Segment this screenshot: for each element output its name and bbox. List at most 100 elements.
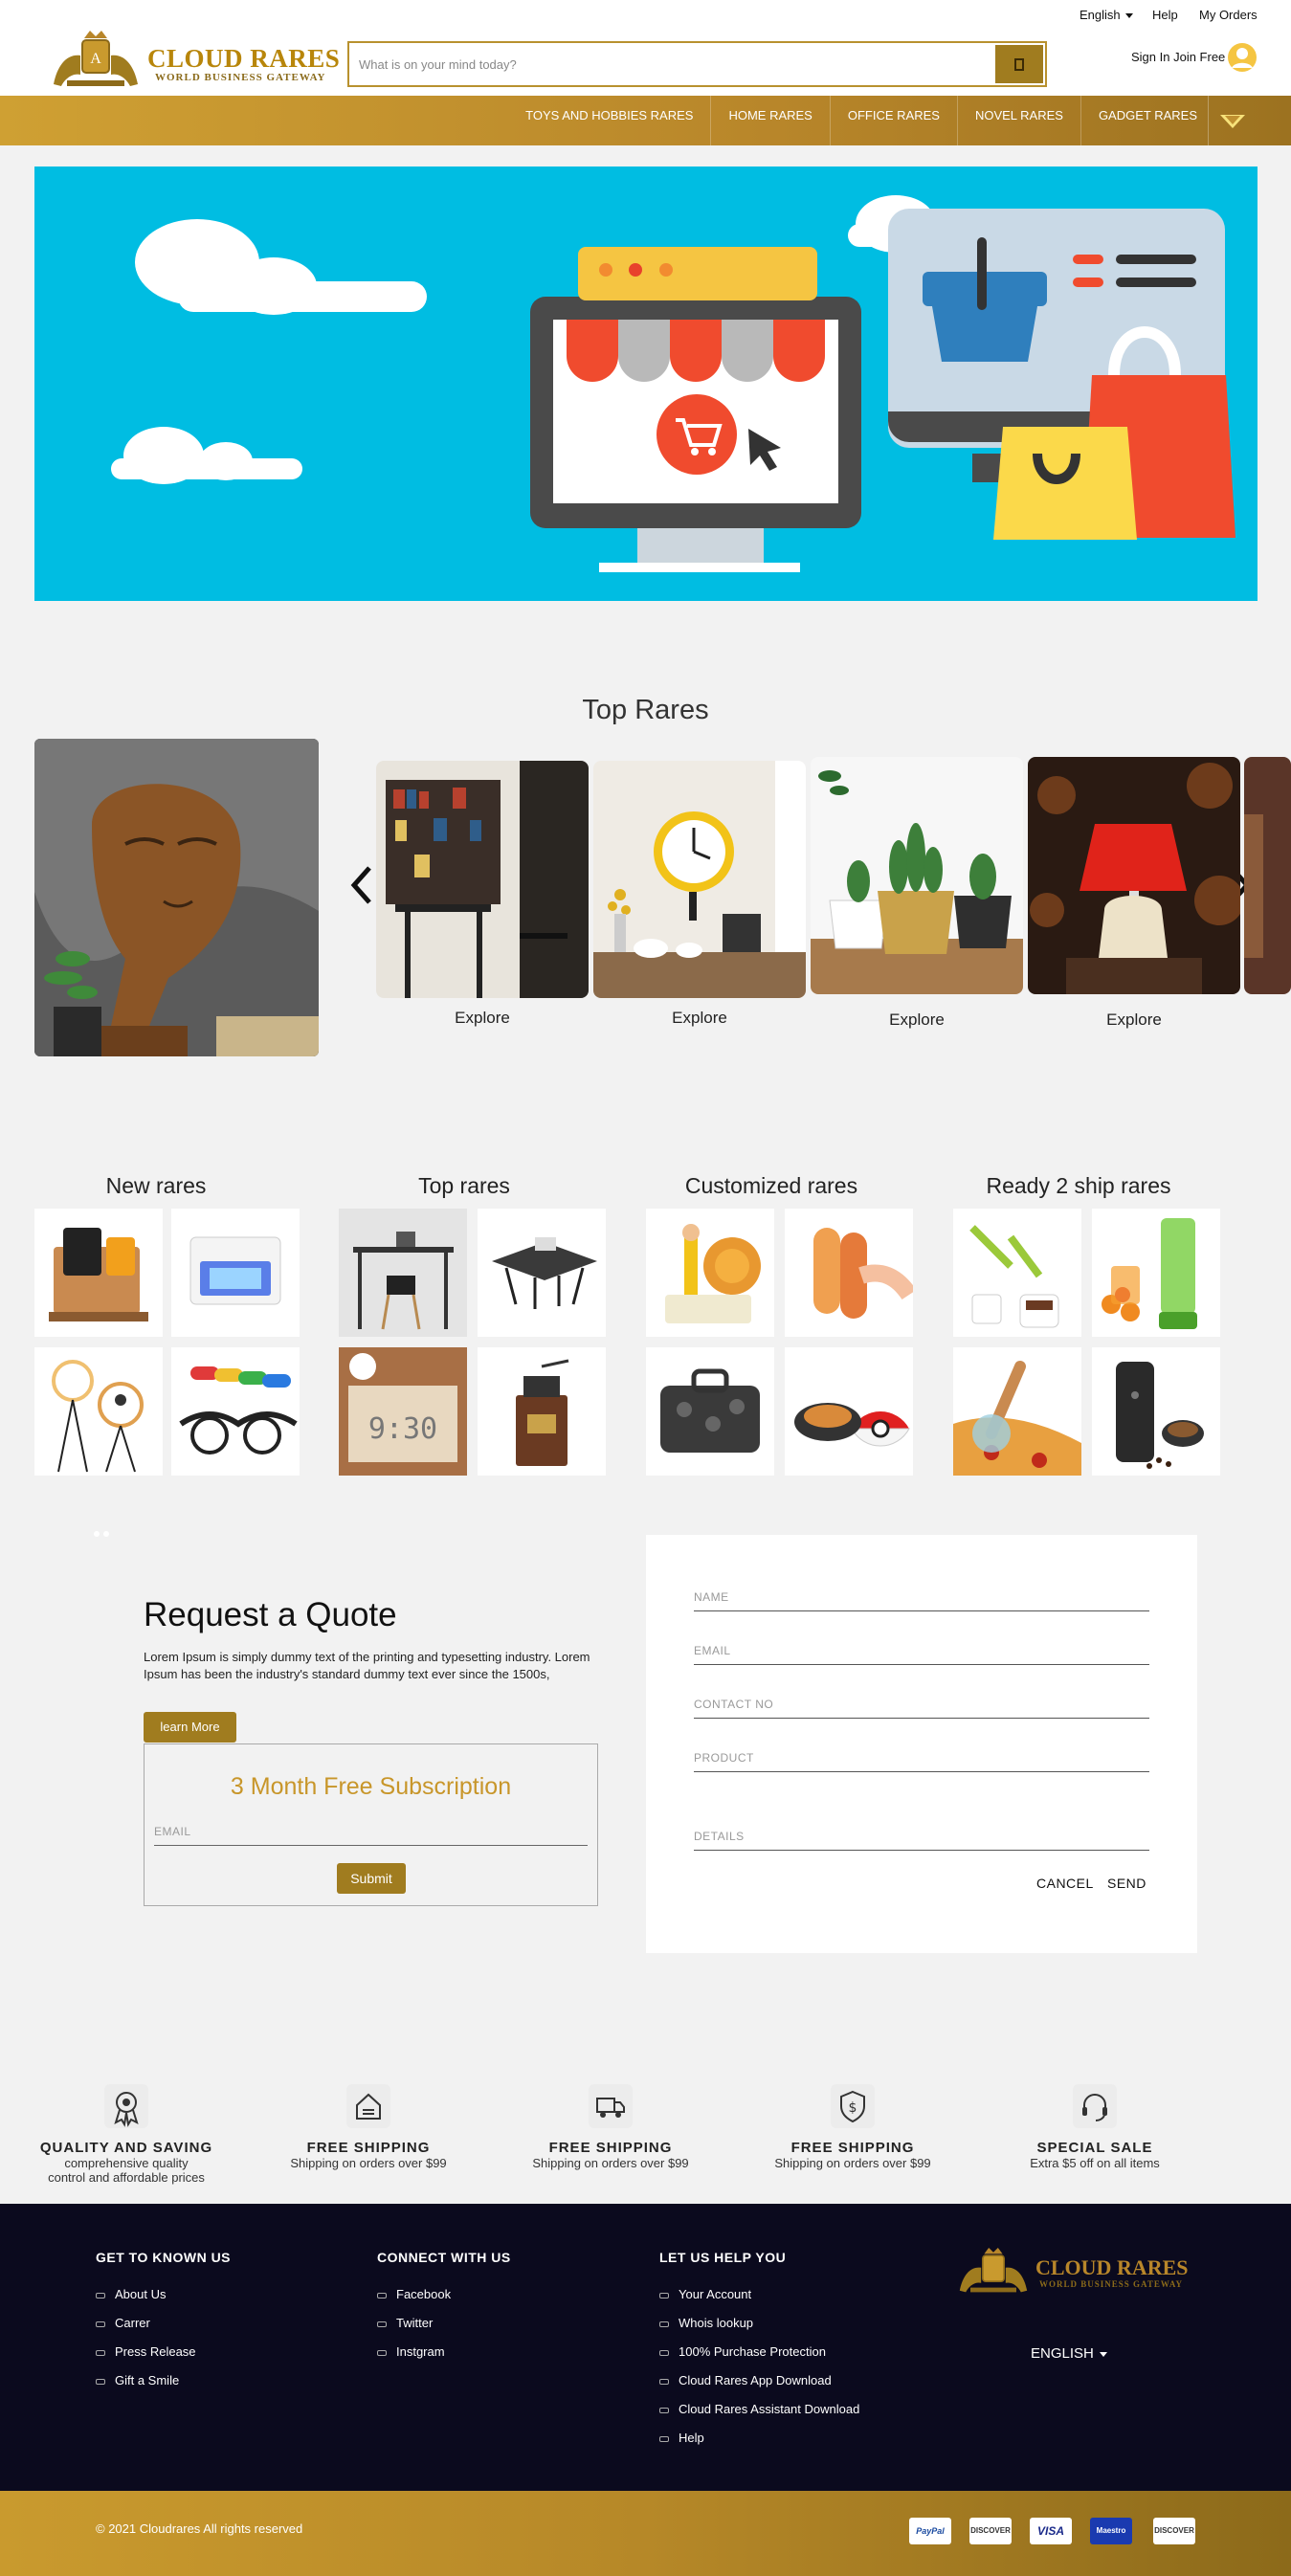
caret-down-icon <box>1124 13 1133 19</box>
footer-link-help[interactable]: Help <box>659 2431 704 2445</box>
caret-down-icon <box>1099 2351 1107 2357</box>
nav-home[interactable]: HOME RARES <box>710 96 829 145</box>
send-button[interactable]: SEND <box>1107 1876 1146 1891</box>
cancel-button[interactable]: CANCEL <box>1036 1876 1094 1891</box>
link-bullet-icon <box>659 2349 669 2356</box>
email-field[interactable] <box>694 1636 1149 1665</box>
footer-link-protection[interactable]: 100% Purchase Protection <box>659 2344 826 2359</box>
footer-link-facebook[interactable]: Facebook <box>377 2287 451 2301</box>
name-field[interactable] <box>694 1583 1149 1611</box>
footer-link-instagram[interactable]: Instgram <box>377 2344 445 2359</box>
headset-icon <box>1073 2084 1117 2128</box>
customized-rare-item[interactable] <box>785 1209 913 1337</box>
nav-novel[interactable]: NOVEL RARES <box>956 96 1080 145</box>
new-rare-item[interactable] <box>171 1209 300 1337</box>
customized-rare-item[interactable] <box>646 1347 774 1476</box>
ready-rare-item[interactable] <box>953 1209 1081 1337</box>
footer-link-gift[interactable]: Gift a Smile <box>96 2373 179 2387</box>
customized-rare-item[interactable] <box>785 1347 913 1476</box>
top-rare-tile[interactable] <box>811 757 1023 994</box>
footer-link-whois[interactable]: Whois lookup <box>659 2316 753 2330</box>
feature-subtitle: Shipping on orders over $99 <box>532 2156 689 2170</box>
search-input[interactable] <box>359 53 991 76</box>
footer-link-about[interactable]: About Us <box>96 2287 166 2301</box>
details-field[interactable] <box>694 1822 1149 1851</box>
link-bullet-icon <box>96 2378 105 2385</box>
svg-text:9:30: 9:30 <box>368 1412 437 1446</box>
top-rare-tile[interactable] <box>1028 757 1240 994</box>
quote-form: CANCEL SEND <box>646 1535 1197 1953</box>
top-rare-tile[interactable] <box>376 761 589 998</box>
truck-icon <box>589 2084 633 2128</box>
submit-button[interactable]: Submit <box>337 1863 406 1894</box>
top-rare-tile[interactable] <box>593 761 806 998</box>
brand-name: CLOUD RARES <box>147 44 341 73</box>
top-rare-item[interactable] <box>478 1347 606 1476</box>
ready-rare-item[interactable] <box>953 1347 1081 1476</box>
learn-more-button[interactable]: learn More <box>144 1712 236 1743</box>
footer-link-press[interactable]: Press Release <box>96 2344 196 2359</box>
feature-subtitle: comprehensive quality <box>64 2156 189 2170</box>
explore-link[interactable]: Explore <box>811 1010 1023 1030</box>
brand-logo[interactable]: A CLOUD RARES WORLD BUSINESS GATEWAY <box>48 27 340 94</box>
visa-icon: VISA <box>1030 2518 1072 2544</box>
new-rare-item[interactable] <box>171 1347 300 1476</box>
featured-rare-image[interactable] <box>34 739 319 1056</box>
nav-office[interactable]: OFFICE RARES <box>829 96 957 145</box>
contact-field[interactable] <box>694 1690 1149 1719</box>
category-title-ready2ship: Ready 2 ship rares <box>986 1173 1171 1198</box>
explore-link[interactable]: Explore <box>593 1009 806 1028</box>
footer-link-career[interactable]: Carrer <box>96 2316 150 2330</box>
product-field[interactable] <box>694 1743 1149 1772</box>
footer-link-app[interactable]: Cloud Rares App Download <box>659 2373 832 2387</box>
top-header: English Help My Orders A CLOUD RARES WOR… <box>0 0 1291 96</box>
nav-toys-hobbies[interactable]: TOYS AND HOBBIES RARES <box>508 96 710 145</box>
shopping-illustration <box>111 195 1235 572</box>
link-bullet-icon <box>659 2321 669 2327</box>
ready-rare-item[interactable] <box>1092 1347 1220 1476</box>
svg-text:A: A <box>90 51 101 67</box>
svg-text:$: $ <box>849 2100 857 2116</box>
new-rare-item[interactable] <box>34 1209 163 1337</box>
explore-link[interactable]: Explore <box>1028 1010 1240 1030</box>
footer-col-title: LET US HELP YOU <box>659 2250 787 2265</box>
top-rare-tile-partial[interactable] <box>1244 757 1291 994</box>
top-rares-title: Top Rares <box>582 695 709 725</box>
signin-link[interactable]: Sign In Join Free <box>1131 50 1225 64</box>
nav-gadget[interactable]: GADGET RARES <box>1080 96 1214 145</box>
footer-language-selector[interactable]: ENGLISH <box>1031 2345 1107 2362</box>
feature-quality: QUALITY AND SAVING comprehensive quality… <box>7 2084 246 2185</box>
footer-link-assistant[interactable]: Cloud Rares Assistant Download <box>659 2402 859 2416</box>
help-link[interactable]: Help <box>1152 8 1178 22</box>
crest-icon: A <box>54 31 138 86</box>
category-title-top: Top rares <box>418 1173 510 1198</box>
language-selector[interactable]: English <box>1080 8 1133 22</box>
award-icon <box>104 2084 148 2128</box>
my-orders-link[interactable]: My Orders <box>1199 8 1258 22</box>
nav-more-dropdown[interactable] <box>1208 96 1256 145</box>
carousel-prev-icon[interactable] <box>350 866 373 904</box>
feature-subtitle: Shipping on orders over $99 <box>290 2156 447 2170</box>
footer-logo[interactable]: CLOUD RARES WORLD BUSINESS GATEWAY <box>955 2244 1189 2301</box>
crest-icon <box>959 2248 1028 2293</box>
footer-brand-name: CLOUD RARES <box>1035 2255 1189 2279</box>
search-button[interactable] <box>995 45 1043 83</box>
footer-link-account[interactable]: Your Account <box>659 2287 751 2301</box>
top-rare-item[interactable] <box>339 1209 467 1337</box>
feature-shipping: FREE SHIPPING Shipping on orders over $9… <box>491 2084 730 2170</box>
footer-link-twitter[interactable]: Twitter <box>377 2316 433 2330</box>
top-rare-item[interactable]: 9:30 <box>339 1347 467 1476</box>
feature-title: SPECIAL SALE <box>1036 2140 1153 2156</box>
explore-link[interactable]: Explore <box>376 1009 589 1028</box>
customized-rare-item[interactable] <box>646 1209 774 1337</box>
ready-rare-item[interactable] <box>1092 1209 1220 1337</box>
subscription-email-input[interactable] <box>154 1817 588 1846</box>
link-bullet-icon <box>659 2407 669 2413</box>
paypal-icon: PayPal <box>909 2518 951 2544</box>
pagination-dots[interactable] <box>94 1524 113 1542</box>
hero-banner[interactable] <box>34 167 1258 601</box>
new-rare-item[interactable] <box>34 1347 163 1476</box>
top-rare-item[interactable] <box>478 1209 606 1337</box>
feature-subtitle: Extra $5 off on all items <box>1030 2156 1160 2170</box>
user-avatar-icon[interactable] <box>1227 42 1258 73</box>
